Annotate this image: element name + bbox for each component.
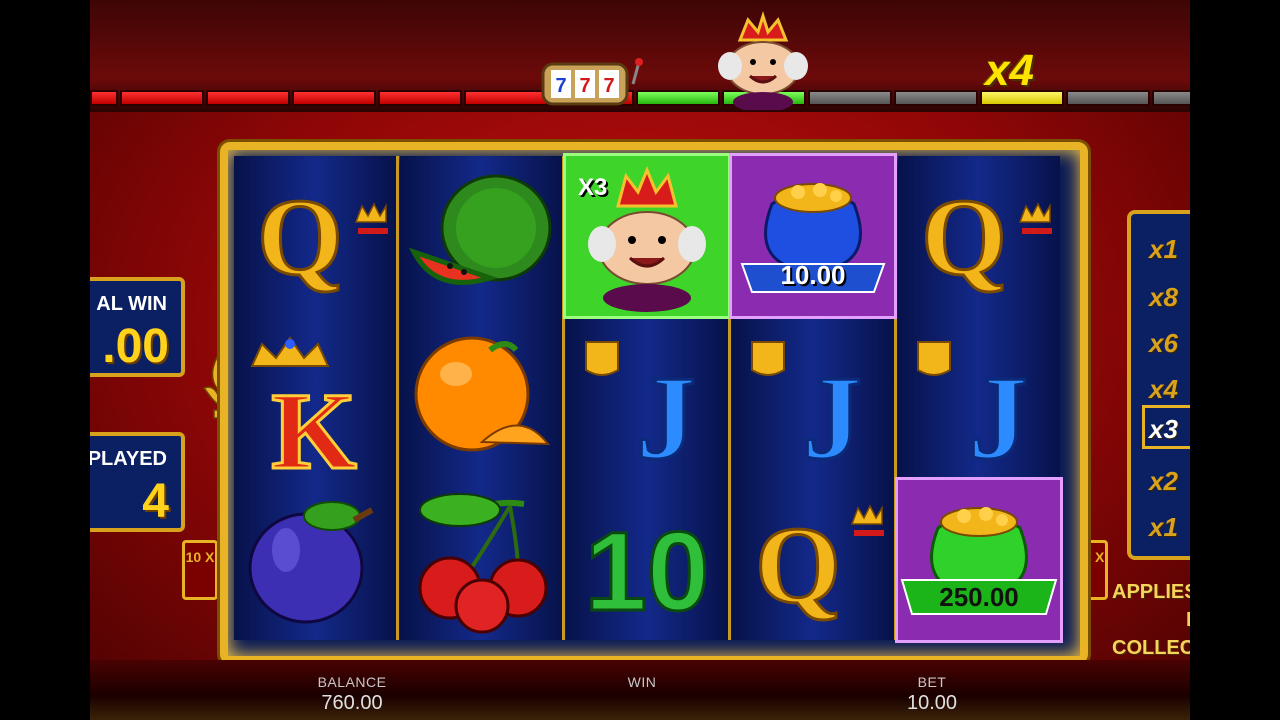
svg-text:K: K bbox=[271, 370, 357, 478]
progress-segment bbox=[894, 90, 978, 106]
svg-text:J: J bbox=[968, 351, 1028, 478]
multiplier-item: x1 bbox=[1149, 234, 1178, 264]
spins-played-label: S PLAYED bbox=[90, 448, 167, 470]
svg-text:J: J bbox=[802, 351, 862, 478]
green-bag-value: 250.00 bbox=[939, 582, 1019, 612]
svg-text:Q: Q bbox=[755, 504, 841, 626]
reel-3: X3 J 10 bbox=[563, 153, 731, 640]
multiplier-current: x3 bbox=[1142, 405, 1190, 449]
total-win-panel: AL WIN .00 bbox=[90, 277, 185, 377]
blue-bag-value: 10.00 bbox=[780, 260, 846, 290]
progress-segment bbox=[378, 90, 462, 106]
total-win-value: .00 bbox=[102, 320, 169, 373]
progress-segment bbox=[292, 90, 376, 106]
jack-symbol: J bbox=[566, 318, 728, 478]
multiplier-item: x8 bbox=[1149, 282, 1178, 312]
cherries-symbol bbox=[400, 480, 562, 640]
balance-label: BALANCE bbox=[317, 674, 387, 690]
bottom-status-bar: BALANCE 760.00 WIN BET 10.00 bbox=[90, 660, 1190, 720]
svg-text:7: 7 bbox=[579, 75, 590, 97]
applies-line: BA bbox=[1112, 606, 1190, 634]
slot-machine-icon: 7 7 7 bbox=[541, 58, 643, 106]
king-symbol: K bbox=[234, 318, 396, 478]
reel-1: Q K bbox=[234, 156, 399, 640]
reel-4: 10.00 J Q bbox=[729, 153, 897, 640]
jack-symbol: J bbox=[898, 318, 1060, 478]
spins-played-panel: S PLAYED 4 bbox=[90, 432, 185, 532]
spins-played-value: 4 bbox=[142, 475, 169, 528]
orange-symbol bbox=[400, 318, 562, 478]
bar-multiplier-label: x4 bbox=[985, 46, 1034, 95]
win-stat: WIN bbox=[542, 674, 742, 692]
balance-value: 760.00 bbox=[321, 692, 383, 714]
multiplier-item: x4 bbox=[1149, 374, 1178, 404]
bet-value: 10.00 bbox=[906, 692, 958, 714]
win-label: WIN bbox=[627, 674, 657, 690]
total-win-label: AL WIN bbox=[96, 293, 167, 315]
progress-segment bbox=[1152, 90, 1190, 106]
progress-segment bbox=[120, 90, 204, 106]
queen-symbol: Q bbox=[234, 156, 396, 316]
applies-line: COLLECT bbox=[1112, 637, 1190, 659]
plum-symbol bbox=[234, 480, 396, 640]
progress-segment bbox=[808, 90, 892, 106]
multiplier-item: x6 bbox=[1149, 328, 1178, 358]
king-character-icon bbox=[718, 10, 808, 110]
bet-label: BET bbox=[917, 674, 947, 690]
jack-symbol: J bbox=[732, 318, 894, 478]
svg-text:7: 7 bbox=[555, 75, 566, 97]
multiplier-item: x2 bbox=[1149, 466, 1178, 496]
ten-symbol: 10 bbox=[566, 480, 728, 640]
watermelon-symbol bbox=[400, 156, 562, 316]
bet-stat: BET 10.00 bbox=[832, 674, 1032, 715]
svg-text:7: 7 bbox=[603, 75, 614, 97]
reel-2 bbox=[400, 156, 565, 640]
king-character-symbol: X3 bbox=[563, 153, 731, 319]
progress-segment bbox=[206, 90, 290, 106]
balance-stat: BALANCE 760.00 bbox=[252, 674, 452, 715]
blue-money-bag-symbol: 10.00 bbox=[729, 153, 897, 319]
reel-5: Q J 250.00 bbox=[895, 156, 1063, 643]
progress-bar: 7 7 7 x4 bbox=[90, 0, 1190, 112]
ten-x-badge: 10 X bbox=[182, 540, 218, 600]
multiplier-current-label: x3 bbox=[1149, 414, 1178, 444]
applies-info-text: APPLIES BA COLLECT bbox=[1112, 578, 1190, 662]
progress-segment bbox=[90, 90, 118, 106]
applies-line: APPLIES bbox=[1112, 581, 1190, 603]
queen-symbol: Q bbox=[732, 480, 894, 640]
king-multiplier-label: X3 bbox=[578, 174, 608, 201]
game-scene: 7 7 7 x4 AL WIN .00 S PLAYED 4 10 X 10 bbox=[90, 0, 1190, 720]
multiplier-item: x1 bbox=[1149, 512, 1178, 542]
queen-symbol: Q bbox=[898, 156, 1060, 316]
progress-segment bbox=[1066, 90, 1150, 106]
green-money-bag-symbol: 250.00 bbox=[895, 477, 1063, 643]
svg-text:J: J bbox=[636, 351, 696, 478]
multiplier-ladder: x1 x8 x6 x4 x2 x1 bbox=[1127, 210, 1190, 560]
svg-text:Q: Q bbox=[921, 176, 1007, 298]
svg-text:Q: Q bbox=[257, 176, 343, 298]
reels-frame: Q K X3 J 10 10.00 J Q Q J 250.00 bbox=[220, 142, 1088, 664]
svg-text:10: 10 bbox=[585, 509, 710, 634]
